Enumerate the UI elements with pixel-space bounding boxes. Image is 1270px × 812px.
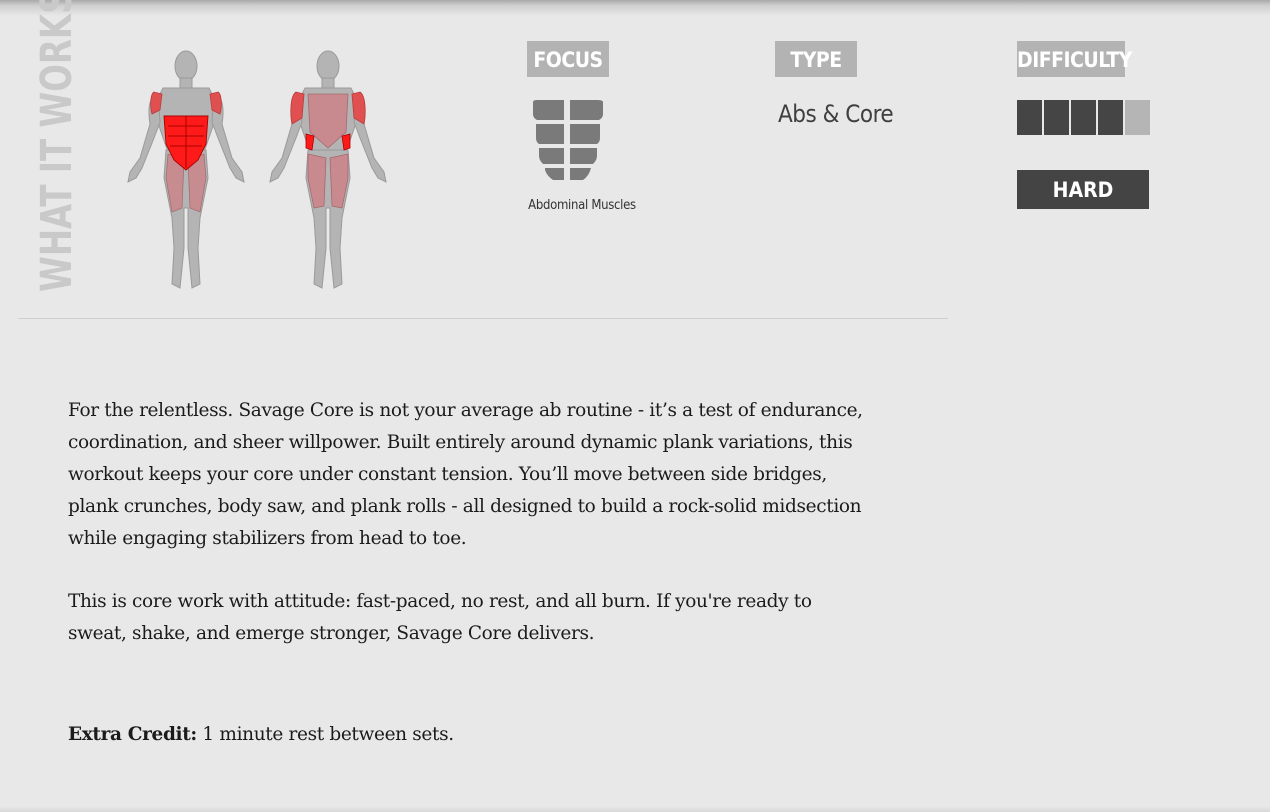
difficulty-rating-bar	[1017, 100, 1150, 135]
difficulty-segment	[1044, 100, 1069, 135]
type-value: Abs & Core	[778, 100, 894, 128]
back-body-diagram	[269, 50, 387, 289]
extra-credit-label: Extra Credit:	[68, 724, 197, 745]
section-divider	[18, 318, 948, 319]
extra-credit: Extra Credit: 1 minute rest between sets…	[68, 719, 868, 751]
type-heading: TYPE	[775, 41, 857, 77]
difficulty-segment	[1017, 100, 1042, 135]
difficulty-segment	[1071, 100, 1096, 135]
focus-muscle-label: Abdominal Muscles	[528, 198, 636, 213]
bottom-shadow	[0, 806, 1270, 812]
difficulty-level-badge: HARD	[1017, 170, 1149, 209]
abdominal-muscles-icon	[533, 100, 603, 180]
description-paragraph: This is core work with attitude: fast-pa…	[68, 591, 812, 644]
top-shadow	[0, 0, 1270, 16]
difficulty-heading: DIFFICULTY	[1017, 41, 1132, 77]
difficulty-segment	[1098, 100, 1123, 135]
extra-credit-text: 1 minute rest between sets.	[196, 724, 454, 745]
difficulty-segment	[1125, 100, 1150, 135]
focus-heading: FOCUS	[527, 41, 609, 77]
front-body-diagram	[127, 50, 245, 289]
workout-description: For the relentless. Savage Core is not y…	[68, 395, 868, 681]
section-title: WHAT IT WORKS	[32, 0, 82, 293]
description-paragraph: For the relentless. Savage Core is not y…	[68, 400, 863, 549]
